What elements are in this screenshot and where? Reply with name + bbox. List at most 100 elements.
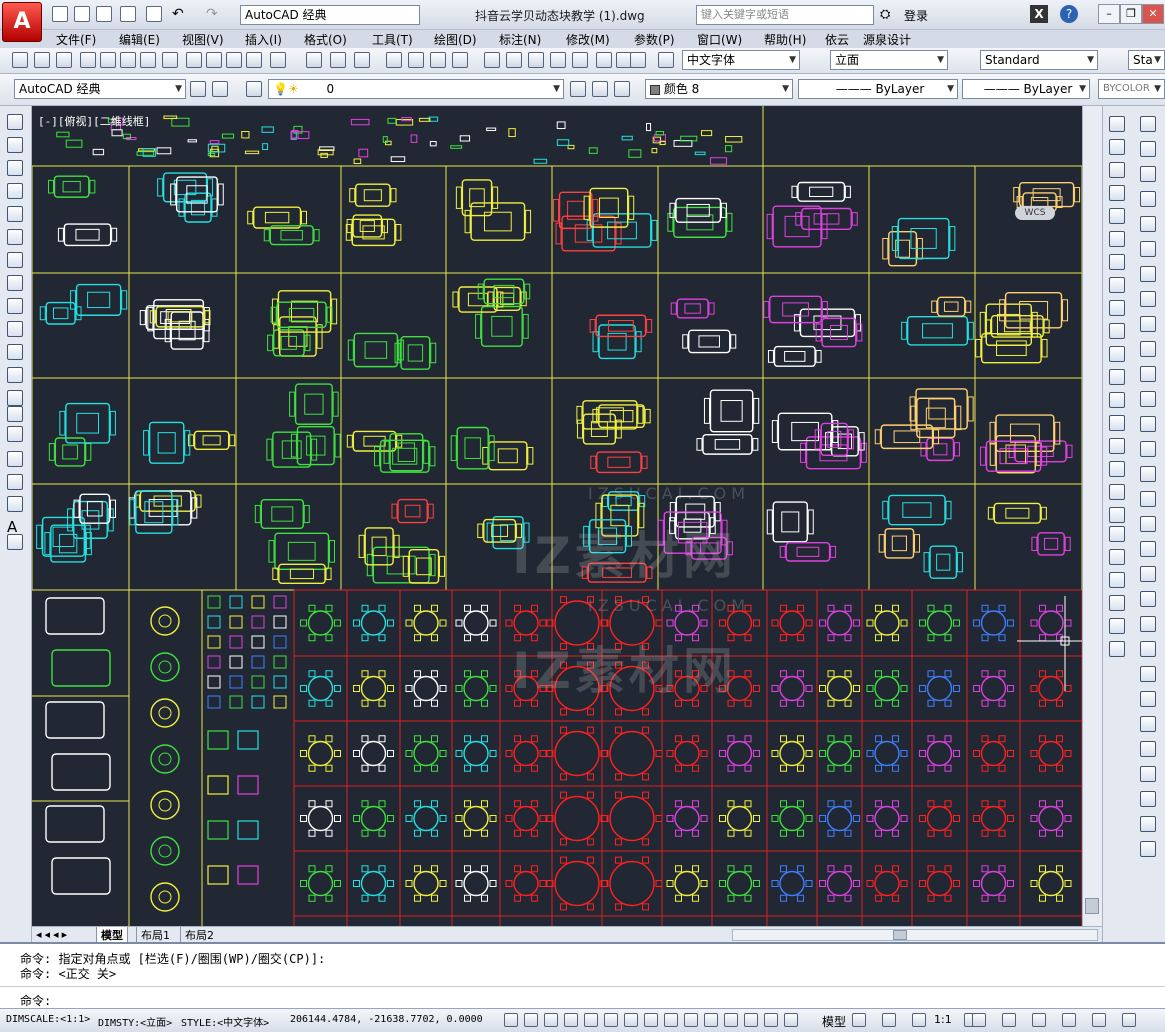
wcs-indicator[interactable]: WCS bbox=[1015, 206, 1055, 220]
restore-button[interactable]: ❐ bbox=[1120, 4, 1142, 24]
line-icon[interactable] bbox=[7, 114, 23, 130]
arc-icon[interactable] bbox=[7, 229, 23, 245]
menu-item-11[interactable]: 帮助(H) bbox=[764, 31, 806, 48]
menu-item-5[interactable]: 工具(T) bbox=[372, 31, 413, 48]
text-style-select[interactable]: 中文字体 bbox=[682, 50, 800, 70]
status-tool-2-icon[interactable] bbox=[912, 1013, 926, 1027]
workspace-select[interactable]: AutoCAD 经典 bbox=[240, 5, 420, 25]
stretch-icon[interactable] bbox=[1109, 300, 1125, 316]
color-select[interactable]: 颜色 8 bbox=[645, 79, 793, 99]
menu-item-10[interactable]: 窗口(W) bbox=[697, 31, 742, 48]
new-icon[interactable] bbox=[12, 52, 28, 68]
custom-tool-4-icon[interactable] bbox=[1140, 216, 1156, 232]
workspace-settings-icon[interactable] bbox=[212, 81, 228, 97]
status-tool-1-icon[interactable] bbox=[882, 1013, 896, 1027]
save-icon[interactable] bbox=[56, 52, 72, 68]
save-as-icon[interactable] bbox=[120, 6, 136, 22]
mirror-icon[interactable] bbox=[1109, 162, 1125, 178]
status-toggle-1-icon[interactable] bbox=[524, 1013, 538, 1027]
custom-tool-18-icon[interactable] bbox=[1140, 566, 1156, 582]
layer-select[interactable]: 💡☀ 0 bbox=[268, 79, 564, 99]
explode-icon[interactable] bbox=[1109, 507, 1125, 523]
custom-tool-10-icon[interactable] bbox=[1140, 366, 1156, 382]
print-icon[interactable] bbox=[146, 6, 162, 22]
custom-tool-29-icon[interactable] bbox=[1140, 841, 1156, 857]
menu-item-8[interactable]: 修改(M) bbox=[566, 31, 610, 48]
search-input[interactable]: 键入关键字或短语 bbox=[696, 5, 874, 25]
custom-tool-24-icon[interactable] bbox=[1140, 716, 1156, 732]
zoom-window-icon[interactable] bbox=[408, 52, 424, 68]
sheet-set-icon[interactable] bbox=[550, 52, 566, 68]
status-toggle-14-icon[interactable] bbox=[784, 1013, 798, 1027]
custom-tool-7-icon[interactable] bbox=[1140, 291, 1156, 307]
make-current-icon[interactable] bbox=[570, 81, 586, 97]
custom-tool-28-icon[interactable] bbox=[1140, 816, 1156, 832]
multiline-text-icon[interactable]: A bbox=[7, 518, 23, 536]
workspace-combo[interactable]: AutoCAD 经典 bbox=[14, 79, 186, 99]
menu-item-3[interactable]: 插入(I) bbox=[245, 31, 282, 48]
blend-icon[interactable] bbox=[1109, 484, 1125, 500]
draworder-0-icon[interactable] bbox=[1109, 526, 1125, 542]
gradient-icon[interactable] bbox=[7, 451, 23, 467]
menu-item-1[interactable]: 编辑(E) bbox=[119, 31, 160, 48]
zoom-realtime-icon[interactable] bbox=[386, 52, 402, 68]
rectangle-icon[interactable] bbox=[7, 206, 23, 222]
insert-block-icon[interactable] bbox=[7, 367, 23, 383]
custom-tool-23-icon[interactable] bbox=[1140, 691, 1156, 707]
status-tool-7-icon[interactable] bbox=[1062, 1013, 1076, 1027]
status-toggle-2-icon[interactable] bbox=[544, 1013, 558, 1027]
zoom-previous-icon[interactable] bbox=[430, 52, 446, 68]
print-icon[interactable] bbox=[80, 52, 96, 68]
status-tool-6-icon[interactable] bbox=[1032, 1013, 1046, 1027]
custom-tool-22-icon[interactable] bbox=[1140, 666, 1156, 682]
cut-icon[interactable] bbox=[186, 52, 202, 68]
status-toggle-9-icon[interactable] bbox=[684, 1013, 698, 1027]
publish-icon[interactable] bbox=[120, 52, 136, 68]
draworder-2-icon[interactable] bbox=[1109, 572, 1125, 588]
status-tool-0-icon[interactable] bbox=[852, 1013, 866, 1027]
custom-tool-12-icon[interactable] bbox=[1140, 416, 1156, 432]
paste-icon[interactable] bbox=[226, 52, 242, 68]
properties-icon[interactable] bbox=[484, 52, 500, 68]
add-selected-icon[interactable] bbox=[7, 534, 23, 550]
mleader-style-select[interactable]: Sta bbox=[1128, 50, 1165, 70]
revision-cloud-icon[interactable] bbox=[7, 275, 23, 291]
table-style-select[interactable]: Standard bbox=[980, 50, 1098, 70]
menu-item-4[interactable]: 格式(O) bbox=[304, 31, 347, 48]
dim-style-select[interactable]: 立面 bbox=[830, 50, 948, 70]
array-icon[interactable] bbox=[1109, 208, 1125, 224]
status-toggle-4-icon[interactable] bbox=[584, 1013, 598, 1027]
custom-tool-26-icon[interactable] bbox=[1140, 766, 1156, 782]
minimize-button[interactable]: – bbox=[1098, 4, 1120, 24]
polygon-icon[interactable] bbox=[7, 183, 23, 199]
preview-icon[interactable] bbox=[100, 52, 116, 68]
status-tool-8-icon[interactable] bbox=[1092, 1013, 1106, 1027]
draworder-4-icon[interactable] bbox=[1109, 618, 1125, 634]
vertical-scrollbar[interactable] bbox=[1082, 106, 1102, 926]
custom-tool-11-icon[interactable] bbox=[1140, 391, 1156, 407]
plot3d-icon[interactable] bbox=[140, 52, 156, 68]
custom-tool-3-icon[interactable] bbox=[1140, 191, 1156, 207]
match-prop-icon[interactable] bbox=[246, 52, 262, 68]
block-editor-icon[interactable] bbox=[270, 52, 286, 68]
layer-previous-icon[interactable] bbox=[592, 81, 608, 97]
save-icon[interactable] bbox=[96, 6, 112, 22]
custom-tool-19-icon[interactable] bbox=[1140, 591, 1156, 607]
custom-tool-17-icon[interactable] bbox=[1140, 541, 1156, 557]
draworder-1-icon[interactable] bbox=[1109, 549, 1125, 565]
hand-pan-icon[interactable] bbox=[354, 52, 370, 68]
model-space-toggle[interactable]: 模型 bbox=[822, 1013, 846, 1030]
custom-tool-1-icon[interactable] bbox=[1140, 141, 1156, 157]
status-toggle-5-icon[interactable] bbox=[604, 1013, 618, 1027]
command-window[interactable]: 命令: 指定对角点或 [栏选(F)/圈围(WP)/圈交(CP)]: 命令: <正… bbox=[0, 942, 1165, 1008]
status-toggle-7-icon[interactable] bbox=[644, 1013, 658, 1027]
tab-nav-arrows[interactable]: ◂◂◂▸ bbox=[36, 928, 70, 941]
ellipse-icon[interactable] bbox=[7, 321, 23, 337]
custom-tool-27-icon[interactable] bbox=[1140, 791, 1156, 807]
custom-tool-8-icon[interactable] bbox=[1140, 316, 1156, 332]
custom-tool-13-icon[interactable] bbox=[1140, 441, 1156, 457]
copy-icon[interactable] bbox=[206, 52, 222, 68]
custom-tool-2-icon[interactable] bbox=[1140, 166, 1156, 182]
gear-icon[interactable] bbox=[190, 81, 206, 97]
lineweight-select[interactable]: ——— ByLayer bbox=[962, 79, 1090, 99]
